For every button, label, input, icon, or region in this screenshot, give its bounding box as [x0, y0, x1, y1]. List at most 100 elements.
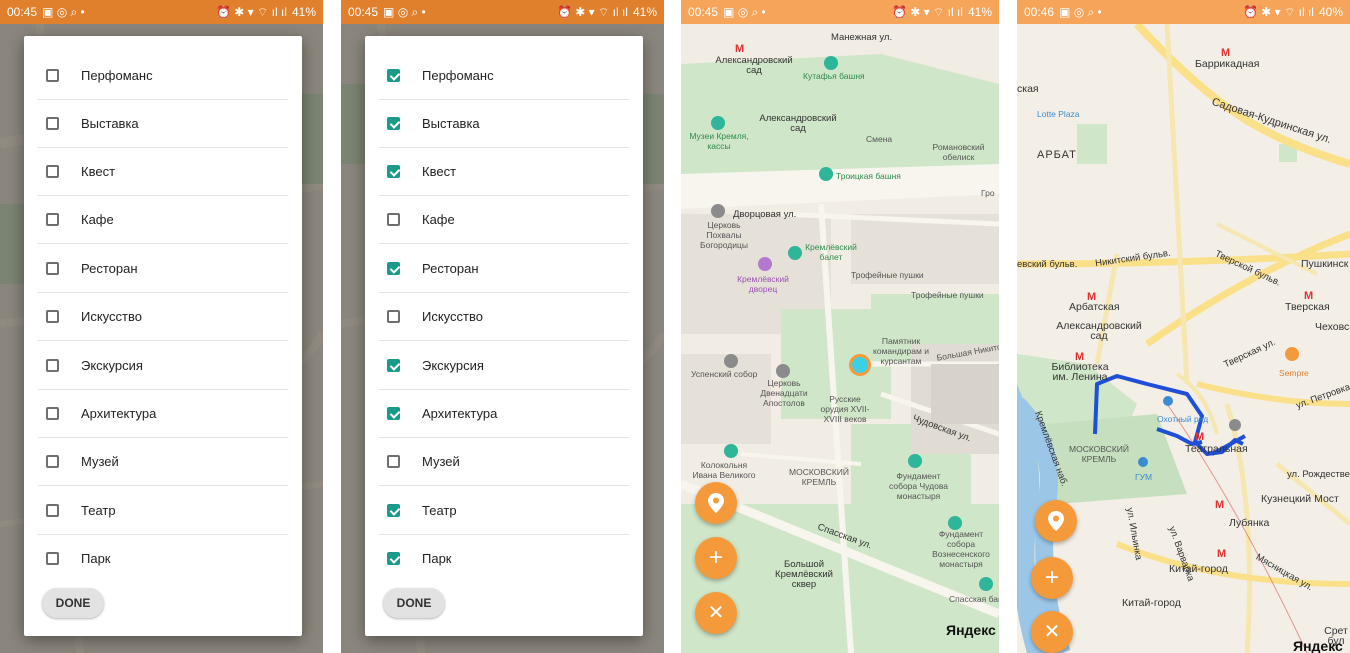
tower-icon[interactable]: [724, 444, 738, 458]
battery-text: 41%: [967, 5, 992, 19]
map-label: Фундамент собора Чудова монастыря: [889, 471, 948, 501]
filter-option[interactable]: Ресторан: [379, 244, 629, 293]
museum-icon[interactable]: [711, 116, 725, 130]
status-time: 00:45: [688, 5, 719, 19]
filter-option[interactable]: Театр: [379, 486, 629, 535]
map-label: Арбатская: [1069, 301, 1120, 313]
checkbox[interactable]: [46, 406, 59, 420]
status-time: 00:45: [7, 5, 38, 19]
filter-option[interactable]: Перфоманс: [379, 51, 629, 100]
checkbox[interactable]: [46, 454, 59, 468]
filter-option[interactable]: Театр: [38, 486, 288, 535]
checkbox[interactable]: [387, 454, 400, 468]
checkbox[interactable]: [46, 358, 59, 372]
checkbox[interactable]: [387, 309, 400, 323]
map-label: Большой Кремлёвский сквер: [775, 559, 833, 590]
shop-icon[interactable]: [1163, 396, 1173, 406]
map-label: Колокольня Ивана Великого: [692, 460, 756, 480]
map-label: ул. Рождествен: [1287, 469, 1350, 480]
monument-icon[interactable]: [908, 454, 922, 468]
checkbox[interactable]: [46, 309, 59, 323]
yandex-logo: Яндекс: [946, 622, 996, 638]
filter-option[interactable]: Квест: [38, 147, 288, 196]
add-button[interactable]: +: [1031, 557, 1073, 599]
phone-screen-3: 00:45 ▣ ◎ ⌕ • ⏰ ✱ ▾ ⌔ ıl ıl 41% M Манежн…: [681, 0, 999, 653]
music-icon[interactable]: [758, 257, 772, 271]
tower-icon[interactable]: [824, 56, 838, 70]
filter-option[interactable]: Архитектура: [38, 389, 288, 438]
checkbox-checked[interactable]: [387, 68, 400, 82]
monument-icon[interactable]: [948, 516, 962, 530]
option-label: Архитектура: [422, 405, 498, 421]
map-label: Манежная ул.: [831, 32, 893, 43]
filter-option[interactable]: Перфоманс: [38, 51, 288, 100]
filter-option[interactable]: Выставка: [379, 99, 629, 148]
option-label: Квест: [422, 163, 457, 179]
option-label: Выставка: [81, 115, 139, 131]
checkbox[interactable]: [387, 212, 400, 226]
church-icon[interactable]: [776, 364, 790, 378]
filter-option[interactable]: Квест: [379, 147, 629, 196]
map-label: Пушкинск: [1301, 258, 1349, 270]
filter-option[interactable]: Парк: [379, 534, 629, 582]
add-button[interactable]: +: [695, 537, 737, 579]
checkbox[interactable]: [46, 68, 59, 82]
filter-option[interactable]: Экскурсия: [38, 341, 288, 390]
tower-icon[interactable]: [819, 167, 833, 181]
checkbox-checked[interactable]: [387, 503, 400, 517]
location-button[interactable]: [695, 482, 737, 524]
checkbox[interactable]: [46, 551, 59, 565]
checkbox-checked[interactable]: [387, 116, 400, 130]
map-label: Sempre: [1279, 368, 1309, 378]
filter-option[interactable]: Кафе: [379, 195, 629, 244]
theatre-icon[interactable]: [1229, 419, 1241, 431]
option-label: Музей: [81, 453, 119, 469]
filter-option[interactable]: Парк: [38, 534, 288, 582]
status-icons-left: ▣ ◎ ⌕ •: [723, 4, 766, 19]
checkbox-checked[interactable]: [387, 406, 400, 420]
filter-option[interactable]: Кафе: [38, 195, 288, 244]
filter-option[interactable]: Искусство: [379, 292, 629, 341]
checkbox-checked[interactable]: [387, 358, 400, 372]
map-label: Библиотека им. Ленина: [1051, 361, 1109, 383]
checkbox[interactable]: [46, 164, 59, 178]
checkbox[interactable]: [46, 503, 59, 517]
filter-option[interactable]: Искусство: [38, 292, 288, 341]
status-time: 00:45: [348, 5, 379, 19]
location-pin-icon: [1048, 511, 1064, 531]
cafe-icon[interactable]: [1285, 347, 1299, 361]
map-label: Дворцовая ул.: [733, 209, 797, 220]
checkbox[interactable]: [46, 261, 59, 275]
filter-option[interactable]: Музей: [379, 437, 629, 486]
close-button[interactable]: ✕: [695, 592, 737, 634]
plus-icon: +: [708, 544, 723, 571]
done-button[interactable]: DONE: [42, 588, 104, 618]
map-label: Смена: [866, 134, 893, 144]
church-icon[interactable]: [724, 354, 738, 368]
map-label: Лубянка: [1229, 517, 1270, 529]
map-label: Китай-город: [1122, 597, 1181, 609]
map-label: Спасская башня: [949, 594, 999, 604]
church-icon[interactable]: [711, 204, 725, 218]
map-label: МОСКОВСКИЙ КРЕМЛЬ: [789, 467, 849, 487]
option-label: Искусство: [422, 308, 483, 324]
tower-icon[interactable]: [979, 577, 993, 591]
checkbox[interactable]: [46, 212, 59, 226]
shop-icon[interactable]: [1138, 457, 1148, 467]
filter-option[interactable]: Экскурсия: [379, 341, 629, 390]
close-button[interactable]: ✕: [1031, 611, 1073, 653]
close-icon: ✕: [1043, 621, 1061, 643]
checkbox-checked[interactable]: [387, 261, 400, 275]
filter-option[interactable]: Музей: [38, 437, 288, 486]
theatre-icon[interactable]: [788, 246, 802, 260]
option-label: Ресторан: [81, 260, 138, 276]
map-view[interactable]: M M M M M M M Баррикадная ская Lotte Pla…: [1017, 24, 1350, 653]
filter-option[interactable]: Архитектура: [379, 389, 629, 438]
location-button[interactable]: [1035, 500, 1077, 542]
filter-option[interactable]: Ресторан: [38, 244, 288, 293]
checkbox[interactable]: [46, 116, 59, 130]
done-button[interactable]: DONE: [383, 588, 445, 618]
checkbox-checked[interactable]: [387, 551, 400, 565]
filter-option[interactable]: Выставка: [38, 99, 288, 148]
checkbox-checked[interactable]: [387, 164, 400, 178]
